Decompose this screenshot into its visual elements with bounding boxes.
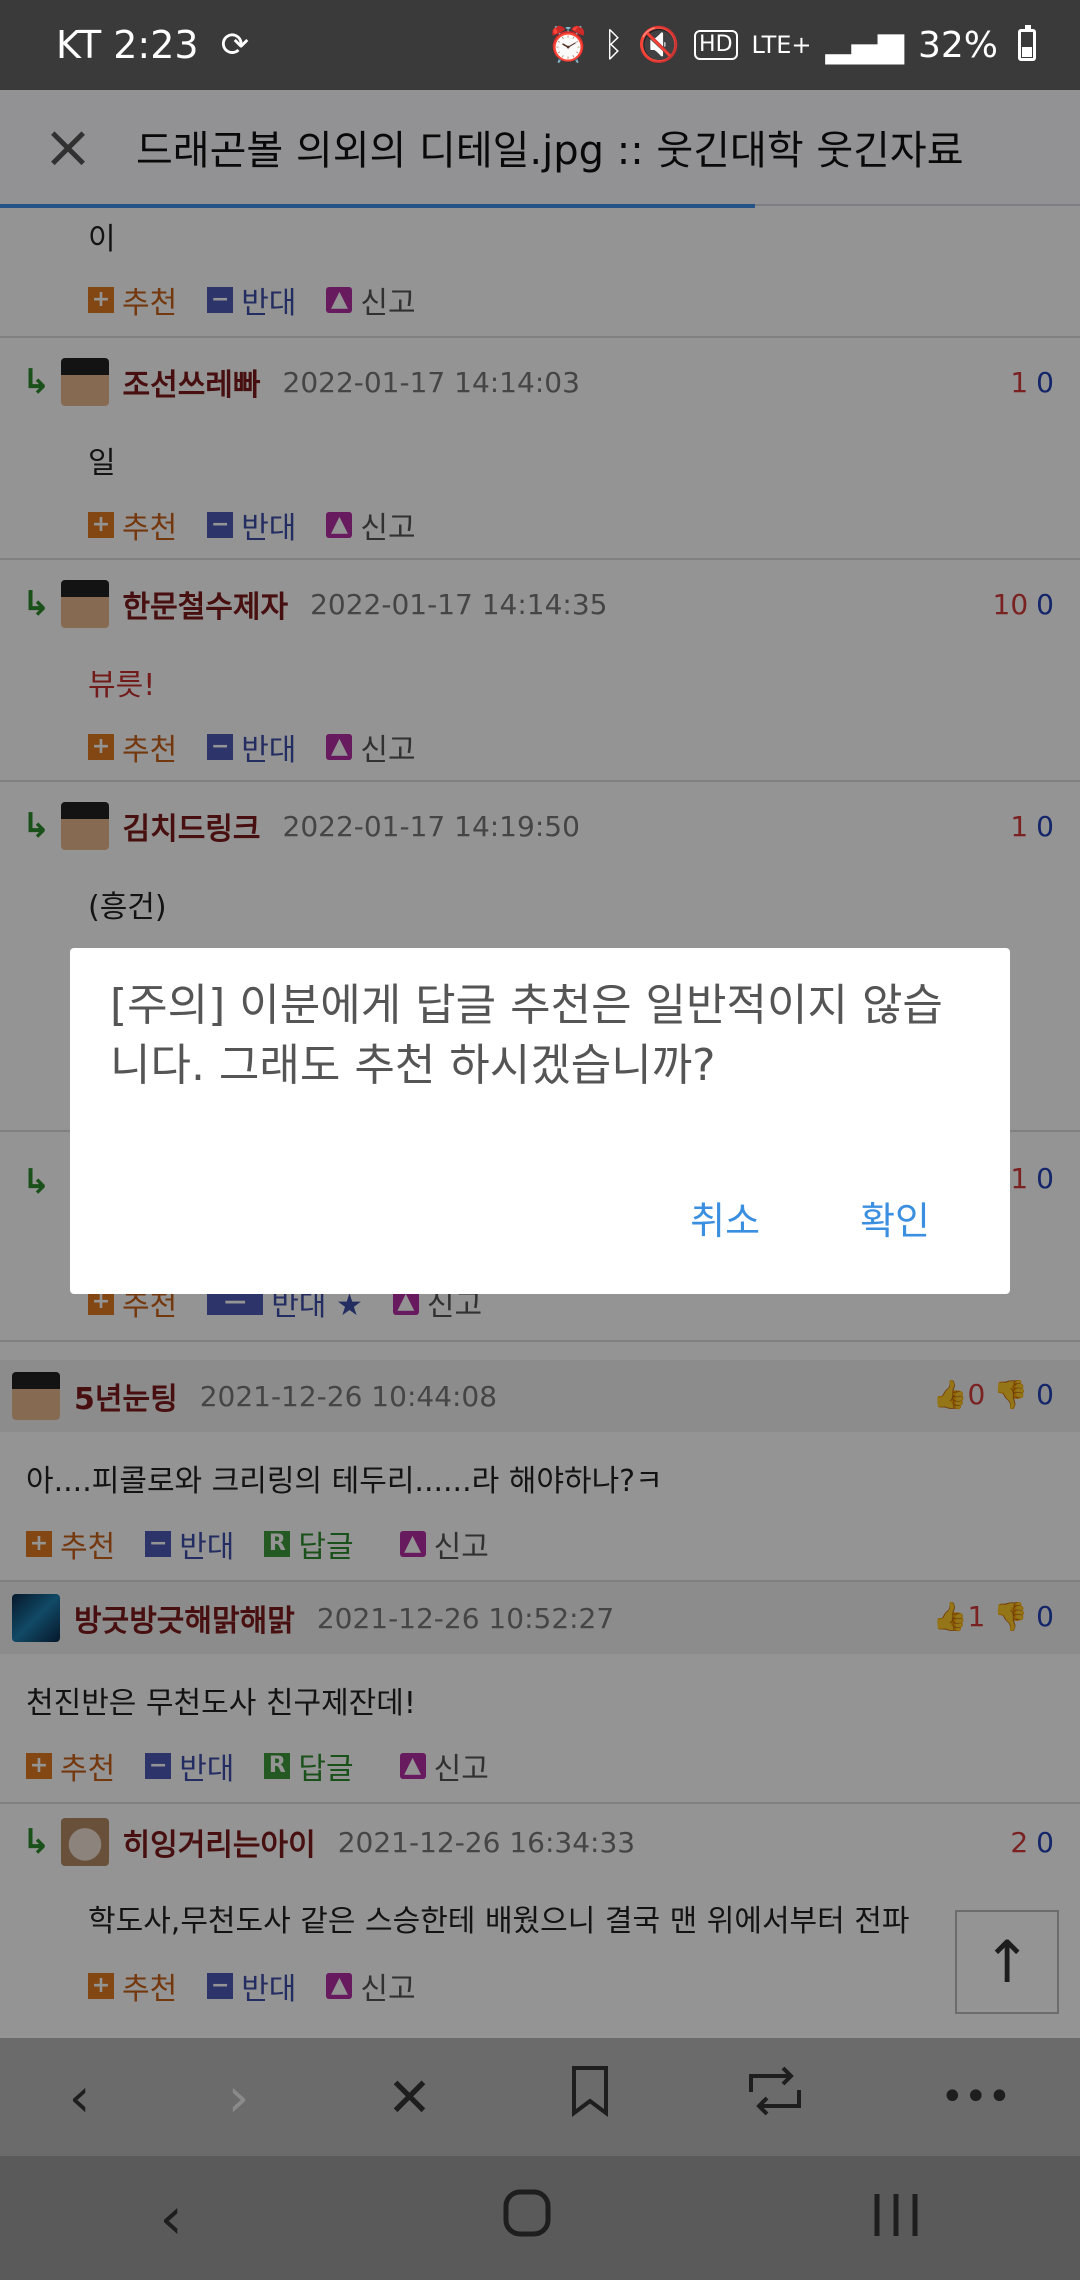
battery-percent: 32% — [917, 24, 998, 66]
mute-icon: 🔇 — [637, 25, 681, 65]
browser-toolbar: ‹ › ✕ ••• — [0, 2038, 1080, 2156]
bluetooth-icon: ᛒ — [603, 25, 624, 65]
bookmark-button[interactable] — [570, 2065, 610, 2130]
back-button[interactable]: ‹ — [69, 2066, 91, 2129]
status-bar: KT 2:23 ⟳ ⏰ ᛒ 🔇 HD LTE+ ▂▄▆ 32% — [0, 0, 1080, 90]
hd-icon: HD — [694, 30, 738, 60]
home-icon — [503, 2189, 551, 2237]
confirm-button[interactable]: 확인 — [860, 1190, 930, 1245]
dialog-message: [주의] 이분에게 답글 추천은 일반적이지 않습니다. 그래도 추천 하시겠습… — [110, 980, 943, 1091]
carrier-time: KT 2:23 — [56, 23, 199, 67]
signal-icon: ▂▄▆ — [825, 25, 904, 65]
alarm-icon: ⏰ — [546, 25, 590, 65]
more-button[interactable]: ••• — [940, 2074, 1011, 2120]
share-icon — [749, 2066, 801, 2115]
nav-home-button[interactable] — [502, 2184, 552, 2252]
forward-button[interactable]: › — [228, 2066, 250, 2129]
recents-icon — [874, 2194, 917, 2236]
system-nav-bar: ‹ — [0, 2156, 1080, 2280]
share-button[interactable] — [747, 2066, 803, 2129]
nav-back-button[interactable]: ‹ — [159, 2184, 182, 2252]
network-icon: LTE+ — [751, 31, 812, 59]
close-page-button[interactable]: ✕ — [387, 2066, 432, 2129]
cancel-button[interactable]: 취소 — [690, 1190, 760, 1245]
bookmark-icon — [571, 2065, 608, 2117]
sync-icon: ⟳ — [220, 25, 250, 65]
confirm-dialog: [주의] 이분에게 답글 추천은 일반적이지 않습니다. 그래도 추천 하시겠습… — [70, 948, 1010, 1294]
nav-recents-button[interactable] — [871, 2184, 921, 2252]
battery-icon — [1018, 25, 1036, 61]
